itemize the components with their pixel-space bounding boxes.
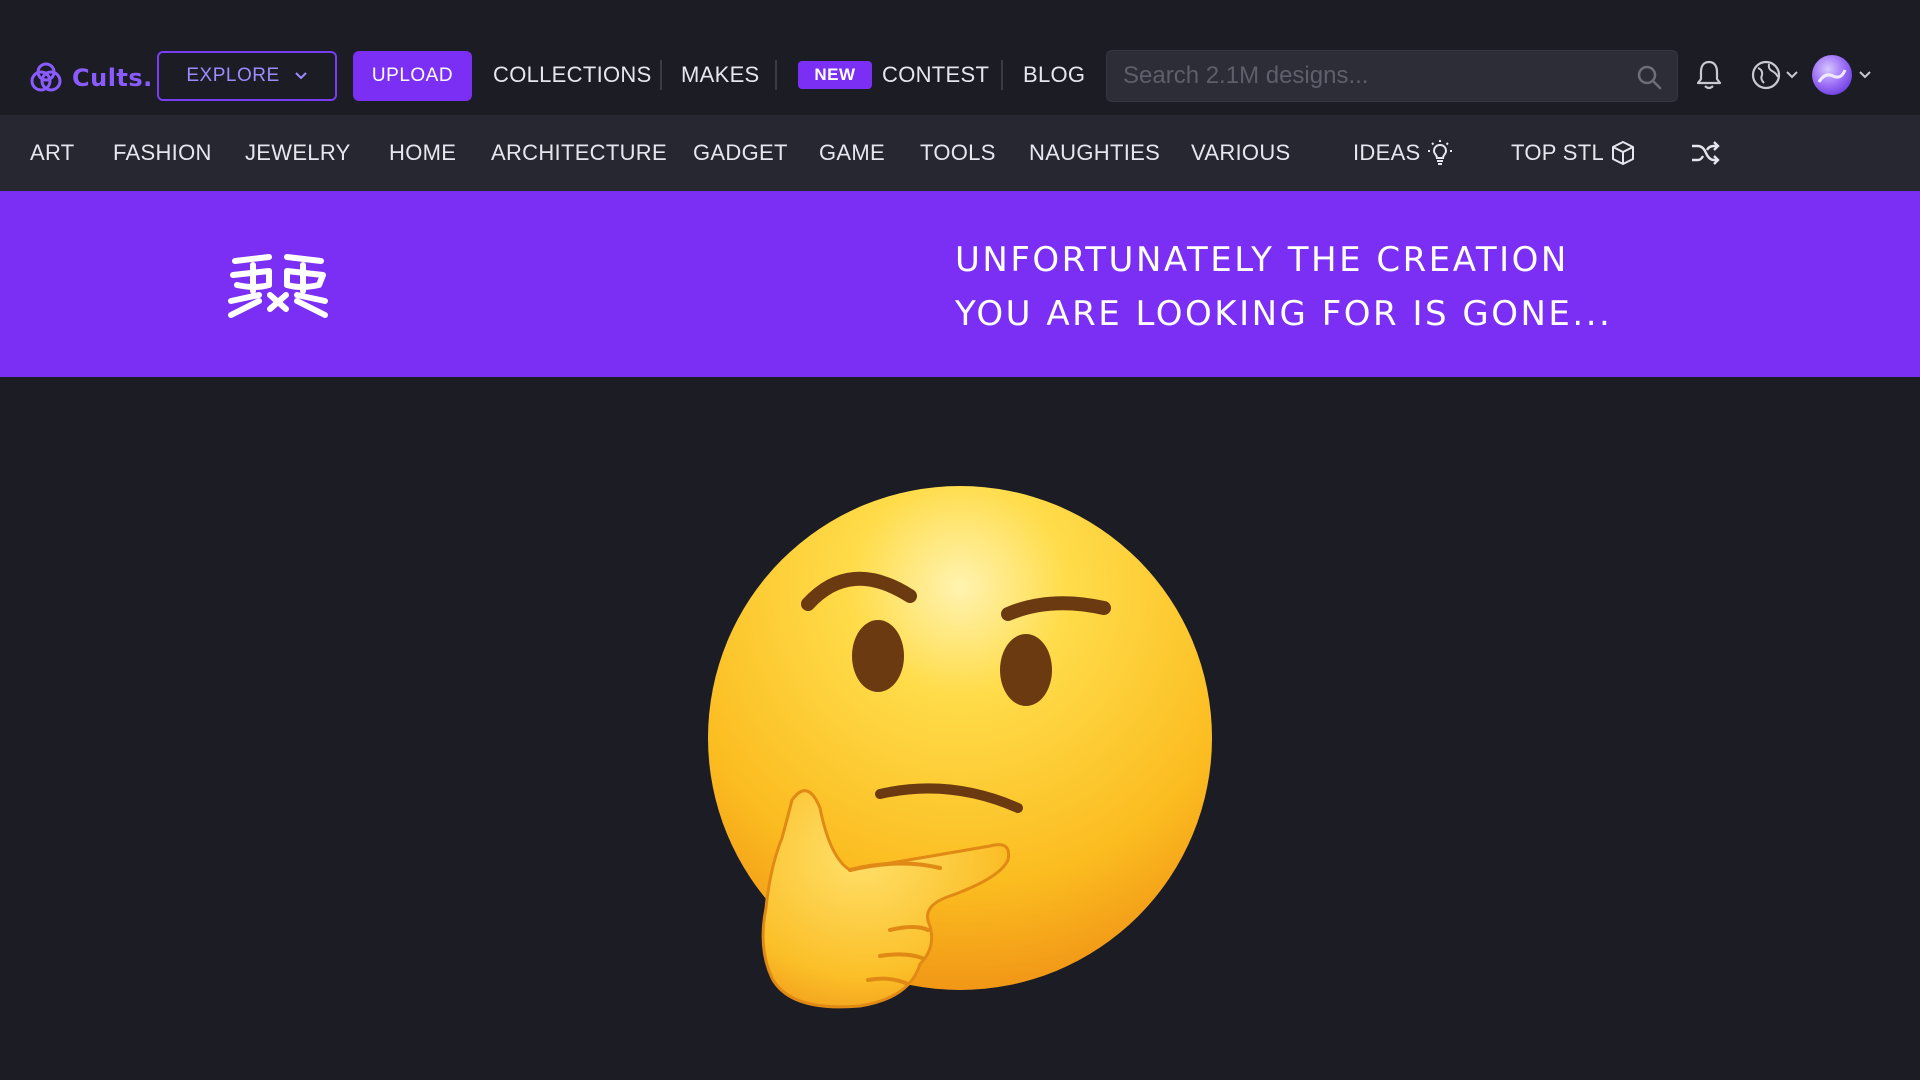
message-line-2: YOU ARE LOOKING FOR IS GONE...	[955, 294, 1613, 334]
category-nav: ART FASHION JEWELRY HOME ARCHITECTURE GA…	[0, 115, 1920, 191]
category-label: VARIOUS	[1191, 140, 1291, 165]
category-home[interactable]: HOME	[389, 115, 456, 191]
not-found-message: UNFORTUNATELY THE CREATION YOU ARE LOOKI…	[955, 233, 1612, 341]
upload-button[interactable]: UPLOAD	[353, 51, 472, 101]
category-game[interactable]: GAME	[819, 115, 885, 191]
cults-logo[interactable]: Cults.	[28, 58, 153, 98]
category-label: FASHION	[113, 140, 212, 165]
search-icon[interactable]	[1635, 63, 1663, 91]
chevron-down-icon	[1786, 71, 1798, 79]
chevron-down-icon	[294, 72, 307, 80]
explore-label: EXPLORE	[186, 65, 280, 86]
category-various[interactable]: VARIOUS	[1191, 115, 1291, 191]
category-top-stl[interactable]: TOP STL	[1511, 115, 1636, 191]
search-box[interactable]	[1106, 50, 1678, 102]
contest-link[interactable]: CONTEST	[882, 60, 989, 90]
category-label: JEWELRY	[245, 140, 351, 165]
category-label: NAUGHTIES	[1029, 140, 1161, 165]
random-button[interactable]	[1690, 115, 1720, 191]
category-architecture[interactable]: ARCHITECTURE	[491, 115, 667, 191]
category-jewelry[interactable]: JEWELRY	[245, 115, 351, 191]
explore-button[interactable]: EXPLORE	[157, 51, 337, 101]
bell-icon	[1696, 60, 1722, 90]
new-badge: NEW	[798, 61, 872, 89]
avatar	[1812, 55, 1852, 95]
not-found-banner: UNFORTUNATELY THE CREATION YOU ARE LOOKI…	[0, 191, 1920, 377]
category-art[interactable]: ART	[30, 115, 75, 191]
search-input[interactable]	[1123, 51, 1623, 101]
category-tools[interactable]: TOOLS	[920, 115, 996, 191]
category-label: GAME	[819, 140, 885, 165]
category-label: GADGET	[693, 140, 788, 165]
cults-logo-icon	[30, 62, 62, 92]
category-gadget[interactable]: GADGET	[693, 115, 788, 191]
category-label: ART	[30, 140, 75, 165]
language-selector[interactable]	[1744, 57, 1804, 93]
category-fashion[interactable]: FASHION	[113, 115, 212, 191]
category-ideas[interactable]: IDEAS	[1353, 115, 1453, 191]
logo-text: Cults.	[72, 64, 153, 92]
upload-label: UPLOAD	[371, 65, 454, 86]
makes-link[interactable]: MAKES	[681, 60, 760, 90]
thinking-face-illustration	[700, 478, 1220, 1023]
lightbulb-icon	[1427, 140, 1452, 165]
collections-link[interactable]: COLLECTIONS	[493, 60, 652, 90]
category-label: IDEAS	[1353, 140, 1421, 165]
top-header: Cults. EXPLORE UPLOAD COLLECTIONS MAKES …	[0, 0, 1920, 115]
globe-icon	[1751, 60, 1781, 90]
thinking-face-icon	[708, 486, 1212, 1009]
nav-divider	[660, 60, 662, 90]
sad-cat-logo-icon	[228, 254, 328, 318]
category-label: TOP STL	[1511, 140, 1604, 165]
chevron-down-icon	[1859, 71, 1871, 79]
user-menu[interactable]	[1808, 52, 1874, 98]
cube-icon	[1612, 141, 1634, 165]
category-label: ARCHITECTURE	[491, 140, 667, 165]
nav-divider	[775, 60, 777, 90]
category-label: HOME	[389, 140, 457, 165]
blog-link[interactable]: BLOG	[1023, 60, 1085, 90]
category-label: TOOLS	[920, 140, 996, 165]
message-line-1: UNFORTUNATELY THE CREATION	[955, 240, 1569, 280]
nav-divider	[1001, 60, 1003, 90]
notifications-button[interactable]	[1692, 58, 1726, 92]
category-naughties[interactable]: NAUGHTIES	[1029, 115, 1160, 191]
shuffle-icon	[1692, 141, 1720, 165]
